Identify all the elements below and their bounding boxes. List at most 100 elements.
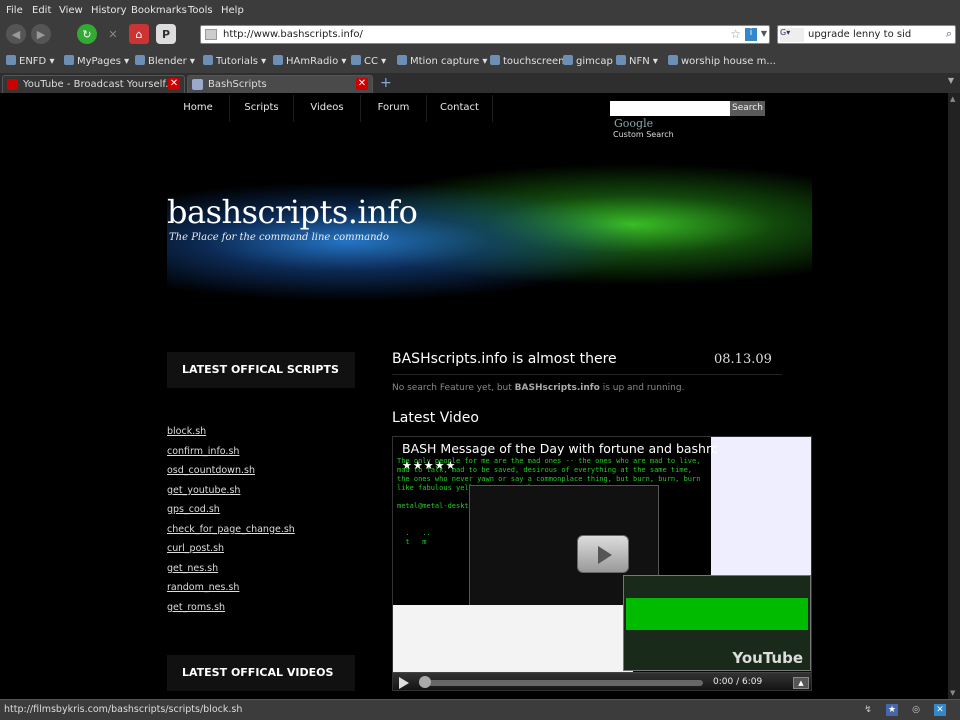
url-bar[interactable]: http://www.bashscripts.info/ ☆ i ▼ [200, 25, 770, 44]
close-icon[interactable]: ✕ [934, 704, 946, 716]
rating-stars: ★★★★★ [402, 459, 457, 472]
bookmarks-toolbar: ENFD ▾ MyPages ▾ Blender ▾ Tutorials ▾ H… [0, 51, 960, 71]
tab-bashscripts[interactable]: BashScripts ✕ [187, 75, 373, 93]
bookmark-worship-house[interactable]: worship house m... [668, 55, 776, 67]
menu-help[interactable]: Help [221, 5, 244, 16]
home-icon[interactable]: ⌂ [129, 24, 149, 44]
youtube-icon [7, 79, 18, 90]
site-tagline: The Place for the command line commando [169, 232, 389, 243]
folder-icon [6, 55, 16, 65]
menu-view[interactable]: View [59, 5, 83, 16]
info-icon[interactable]: i [745, 28, 757, 41]
tab-bar: YouTube - Broadcast Yourself. ✕ BashScri… [0, 73, 960, 93]
addon-icon[interactable]: ↯ [862, 704, 874, 716]
site-search-input[interactable] [610, 101, 730, 116]
close-icon[interactable]: ✕ [168, 78, 180, 90]
search-bar[interactable]: G▾ upgrade lenny to sid ⌕ [777, 25, 956, 44]
chevron-down-icon[interactable]: ▼ [761, 29, 767, 38]
search-icon[interactable]: ⌕ [946, 27, 952, 41]
menu-history[interactable]: History [91, 5, 127, 16]
script-link[interactable]: confirm_info.sh [167, 446, 239, 457]
bookmark-blender[interactable]: Blender ▾ [135, 55, 195, 67]
url-text: http://www.bashscripts.info/ [223, 29, 363, 40]
seek-handle[interactable] [419, 676, 431, 688]
extension-icon[interactable]: ★ [886, 704, 898, 716]
play-icon[interactable] [399, 677, 409, 689]
folder-icon [397, 55, 407, 65]
script-link[interactable]: check_for_page_change.sh [167, 524, 295, 535]
folder-icon [273, 55, 283, 65]
script-link[interactable]: get_youtube.sh [167, 485, 240, 496]
nav-contact[interactable]: Contact [427, 95, 493, 122]
menu-bar: File Edit View History Bookmarks Tools H… [0, 2, 960, 20]
bookmark-tutorials[interactable]: Tutorials ▾ [203, 55, 266, 67]
forward-icon[interactable]: ▶ [31, 24, 51, 44]
script-link[interactable]: curl_post.sh [167, 543, 224, 554]
site-nav: Home Scripts Videos Forum Contact [167, 95, 607, 122]
page-content: Home Scripts Videos Forum Contact Search… [0, 93, 948, 699]
nav-videos[interactable]: Videos [294, 95, 361, 122]
menu-tools[interactable]: Tools [188, 5, 213, 16]
nav-forum[interactable]: Forum [361, 95, 427, 122]
search-text: upgrade lenny to sid [808, 29, 912, 40]
menu-icon[interactable]: ▲ [793, 677, 809, 689]
bookmark-hamradio[interactable]: HAmRadio ▾ [273, 55, 346, 67]
page-scrollbar[interactable]: ▲ ▼ [948, 93, 960, 699]
bookmark-star-icon[interactable]: ☆ [730, 27, 741, 41]
page-icon [192, 79, 203, 90]
menu-edit[interactable]: Edit [32, 5, 51, 16]
play-button-icon[interactable] [577, 535, 629, 573]
post-title[interactable]: BASHscripts.info is almost there [392, 351, 617, 367]
scripts-heading: LATEST OFFICAL SCRIPTS [167, 352, 355, 388]
scroll-up-icon[interactable]: ▲ [950, 95, 955, 103]
seek-bar[interactable] [419, 680, 703, 686]
videos-heading: LATEST OFFICAL VIDEOS [167, 655, 355, 691]
p-addon-icon[interactable]: P [156, 24, 176, 44]
page-icon [490, 55, 500, 65]
page-icon [205, 29, 217, 40]
menu-file[interactable]: File [6, 5, 23, 16]
bookmark-mypages[interactable]: MyPages ▾ [64, 55, 129, 67]
script-link[interactable]: random_nes.sh [167, 582, 239, 593]
browser-chrome: File Edit View History Bookmarks Tools H… [0, 0, 960, 93]
script-link[interactable]: block.sh [167, 426, 206, 437]
bookmark-nfn[interactable]: NFN ▾ [616, 55, 658, 67]
nav-scripts[interactable]: Scripts [230, 95, 294, 122]
bookmark-mtion-capture[interactable]: Mtion capture ▾ [397, 55, 487, 67]
folder-icon [616, 55, 626, 65]
site-title[interactable]: bashscripts.info [167, 193, 418, 231]
video-thumbnail-sidebar [711, 437, 811, 587]
menu-bookmarks[interactable]: Bookmarks [131, 5, 187, 16]
page-icon [563, 55, 573, 65]
folder-icon [203, 55, 213, 65]
script-link[interactable]: osd_countdown.sh [167, 465, 255, 476]
nav-home[interactable]: Home [167, 95, 230, 122]
monitor-icon[interactable]: ◎ [910, 704, 922, 716]
post-body: No search Feature yet, but BASHscripts.i… [392, 383, 685, 393]
navigation-toolbar: ◀ ▶ ↻ ✕ ⌂ P http://www.bashscripts.info/… [0, 22, 960, 48]
post-date: 08.13.09 [714, 352, 772, 367]
divider [392, 374, 782, 375]
custom-search-label: Custom Search [613, 130, 674, 139]
reload-icon[interactable]: ↻ [77, 24, 97, 44]
bookmark-enfd[interactable]: ENFD ▾ [6, 55, 54, 67]
youtube-logo[interactable]: YouTube [732, 649, 803, 667]
bookmark-touchscreen[interactable]: touchscreen [490, 55, 564, 67]
video-player[interactable]: The only people for me are the mad ones … [392, 436, 812, 691]
video-title[interactable]: BASH Message of the Day with fortune and… [402, 441, 718, 456]
site-search-button[interactable]: Search [730, 101, 765, 116]
stop-icon[interactable]: ✕ [103, 24, 123, 44]
bookmark-cc[interactable]: CC ▾ [351, 55, 386, 67]
close-icon[interactable]: ✕ [356, 78, 368, 90]
new-tab-icon[interactable]: + [380, 75, 392, 91]
tab-list-icon[interactable]: ▼ [948, 76, 954, 85]
search-engine-icon[interactable]: G▾ [780, 28, 804, 42]
script-link[interactable]: get_roms.sh [167, 602, 225, 613]
scroll-down-icon[interactable]: ▼ [950, 689, 955, 697]
back-icon[interactable]: ◀ [6, 24, 26, 44]
status-text: http://filmsbykris.com/bashscripts/scrip… [4, 704, 243, 715]
tab-youtube[interactable]: YouTube - Broadcast Yourself. ✕ [2, 75, 185, 93]
script-link[interactable]: gps_cod.sh [167, 504, 220, 515]
bookmark-gimcap[interactable]: gimcap [563, 55, 613, 67]
script-link[interactable]: get_nes.sh [167, 563, 218, 574]
